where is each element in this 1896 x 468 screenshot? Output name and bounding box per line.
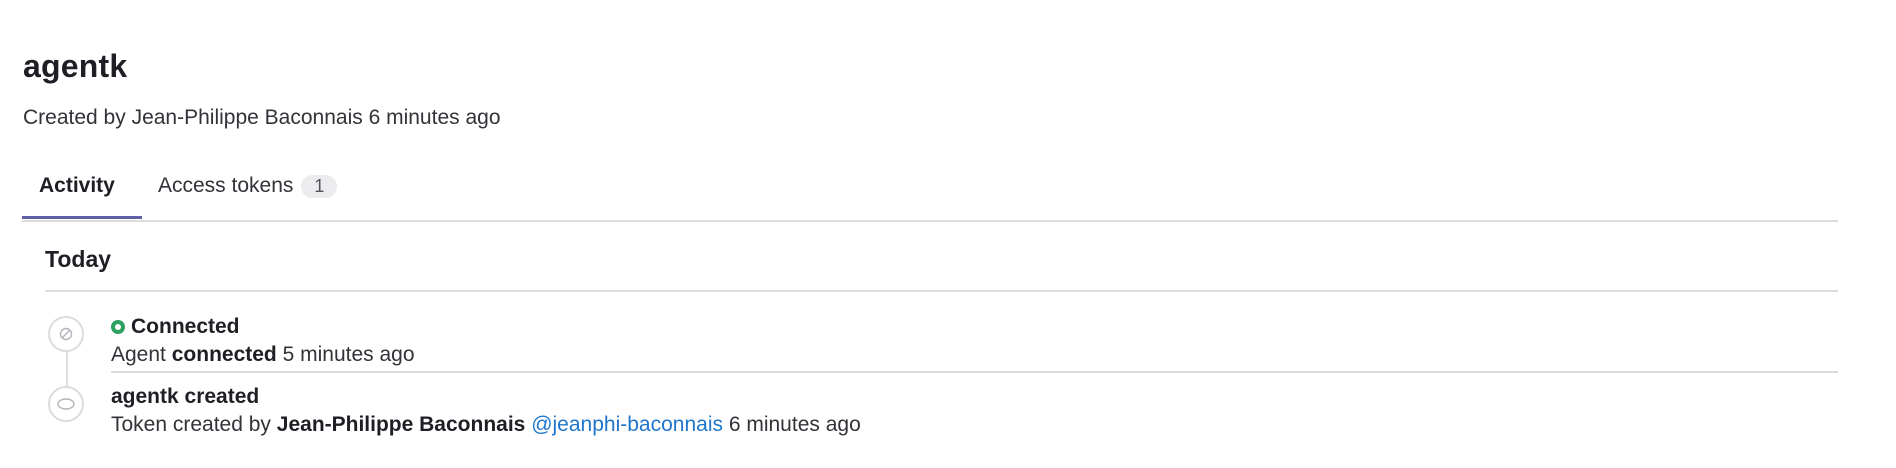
created-author: Jean-Philippe Baconnais [131,106,363,129]
tab-activity[interactable]: Activity [39,174,115,198]
event-connected: Connected Agent connected 5 minutes ago [111,313,415,367]
event-body: Token created by Jean-Philippe Baconnais… [111,413,861,437]
event-title-text: agentk created [111,385,260,408]
author-username-link[interactable]: @jeanphi-baconnais [531,413,723,436]
event-title: Connected [111,313,415,341]
event-body-time: 5 minutes ago [282,343,415,366]
event-body-action: connected [171,343,277,366]
agent-details-page: agentk Created by Jean-Philippe Baconnai… [0,0,1896,468]
connection-icon [48,316,84,352]
event-body-author: Jean-Philippe Baconnais [276,413,526,436]
section-title-today: Today [45,246,112,272]
section-divider [45,290,1838,292]
event-body: Agent connected 5 minutes ago [111,343,415,367]
tabs-bar: Activity Access tokens 1 [22,160,1838,222]
access-tokens-count-badge: 1 [301,174,338,198]
event-title: agentk created [111,383,861,411]
status-success-icon [111,320,125,334]
active-tab-indicator [22,216,142,219]
event-body-time: 6 minutes ago [728,413,861,436]
event-title-text: Connected [131,315,240,338]
tab-access-tokens-label: Access tokens [158,174,294,197]
tab-access-tokens[interactable]: Access tokens 1 [158,174,338,198]
event-body-prefix: Agent [111,343,166,366]
created-time: 6 minutes ago [368,106,501,129]
tab-activity-label: Activity [39,174,115,197]
created-by-line: Created by Jean-Philippe Baconnais 6 min… [23,106,501,130]
event-divider [111,371,1838,373]
created-prefix: Created by [23,106,126,129]
event-token-created: agentk created Token created by Jean-Phi… [111,383,861,437]
event-body-prefix: Token created by [111,413,271,436]
token-icon [48,386,84,422]
page-title: agentk [23,48,128,84]
